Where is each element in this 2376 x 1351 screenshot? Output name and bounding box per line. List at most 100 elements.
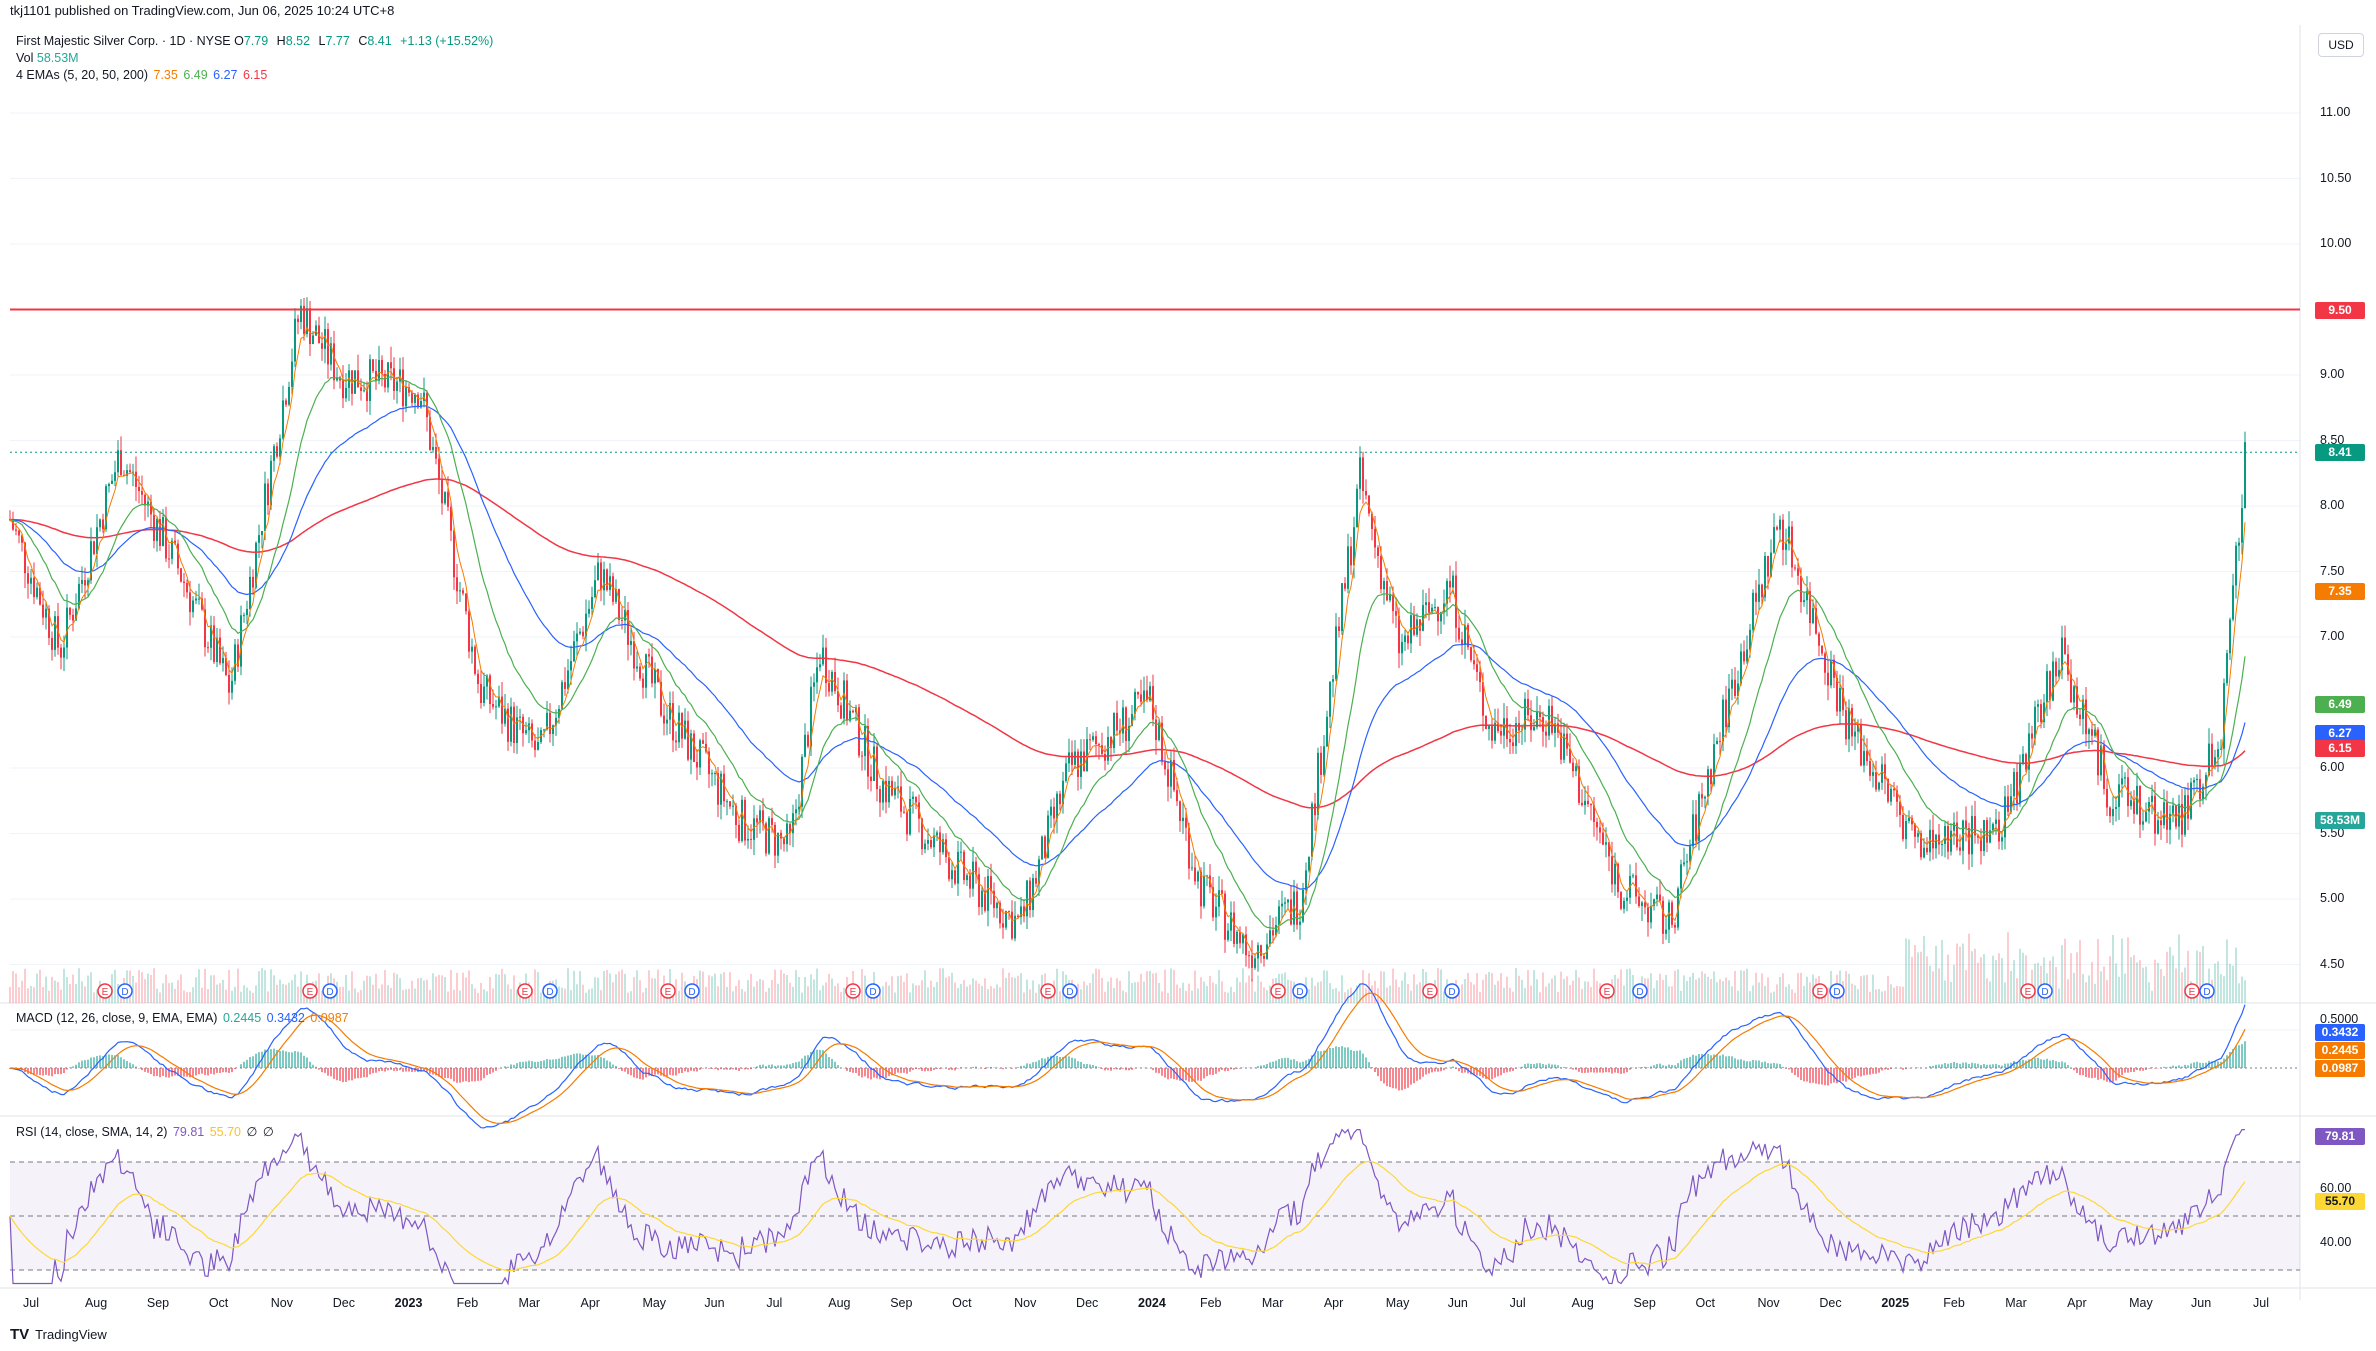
volume-bar <box>348 990 350 1003</box>
macd-histogram-bar <box>207 1068 209 1076</box>
volume-bar <box>1197 988 1199 1003</box>
volume-bar <box>702 971 704 1003</box>
dividend-marker-icon[interactable]: D <box>2199 983 2215 999</box>
volume-bar <box>1257 975 1259 1003</box>
dividend-marker-icon[interactable]: D <box>2037 983 2053 999</box>
volume-bar <box>1419 982 1421 1003</box>
earnings-marker-icon[interactable]: E <box>517 983 533 999</box>
earnings-marker-icon[interactable]: E <box>1040 983 1056 999</box>
volume-bar <box>1122 990 1124 1003</box>
macd-histogram-bar <box>687 1068 689 1073</box>
dividend-marker-icon[interactable]: D <box>1632 983 1648 999</box>
volume-bar <box>423 980 425 1003</box>
earnings-marker-icon[interactable]: E <box>302 983 318 999</box>
macd-histogram-bar <box>327 1068 329 1076</box>
volume-bar <box>765 991 767 1003</box>
volume-legend[interactable]: Vol 58.53M <box>16 50 79 67</box>
candle-body <box>639 666 641 679</box>
macd-legend[interactable]: MACD (12, 26, close, 9, EMA, EMA) 0.2445… <box>16 1010 349 1027</box>
volume-bar <box>1896 986 1898 1003</box>
macd-histogram-bar <box>201 1068 203 1074</box>
volume-bar <box>186 992 188 1003</box>
macd-histogram-bar <box>2046 1058 2048 1068</box>
dividend-marker-icon[interactable]: D <box>322 983 338 999</box>
footer-brand[interactable]: TV TradingView <box>10 1326 107 1343</box>
dividend-marker-icon[interactable]: D <box>542 983 558 999</box>
macd-histogram-bar <box>1620 1068 1622 1074</box>
volume-bar <box>1479 991 1481 1003</box>
dividend-marker-icon[interactable]: D <box>1829 983 1845 999</box>
volume-bar <box>24 968 26 1003</box>
earnings-marker-icon[interactable]: E <box>2020 983 2036 999</box>
macd-histogram-bar <box>1590 1068 1592 1073</box>
ema-legend[interactable]: 4 EMAs (5, 20, 50, 200) 7.35 6.49 6.27 6… <box>16 67 267 84</box>
macd-histogram-bar <box>2196 1061 2198 1068</box>
candle-body <box>477 673 479 685</box>
symbol-legend[interactable]: First Majestic Silver Corp. · 1D · NYSE … <box>16 33 493 50</box>
earnings-marker-icon[interactable]: E <box>1422 983 1438 999</box>
macd-histogram-bar <box>1368 1062 1370 1068</box>
volume-bar <box>801 992 803 1003</box>
volume-bar <box>957 987 959 1003</box>
rsi-empty-2: ∅ <box>262 1125 274 1139</box>
candle-body <box>1938 834 1940 845</box>
candle-body <box>1881 764 1883 783</box>
candle-body <box>1263 955 1265 959</box>
dividend-marker-icon[interactable]: D <box>1292 983 1308 999</box>
volume-label: Vol <box>16 51 34 65</box>
candle-body <box>1173 760 1175 791</box>
macd-histogram-bar <box>867 1068 869 1079</box>
volume-bar <box>816 968 818 1003</box>
time-axis-tick: Apr <box>580 1296 600 1310</box>
earnings-marker-icon[interactable]: E <box>1812 983 1828 999</box>
earnings-marker-icon[interactable]: E <box>845 983 861 999</box>
volume-bar <box>1623 985 1625 1003</box>
rsi-legend[interactable]: RSI (14, close, SMA, 14, 2) 79.81 55.70 … <box>16 1124 274 1141</box>
currency-button[interactable]: USD <box>2318 33 2364 57</box>
dividend-marker-icon[interactable]: D <box>117 983 133 999</box>
macd-histogram-bar <box>552 1059 554 1068</box>
macd-histogram-bar <box>1788 1068 1790 1070</box>
earnings-marker-icon[interactable]: E <box>1599 983 1615 999</box>
dividend-marker-icon[interactable]: D <box>1444 983 1460 999</box>
volume-bar <box>1338 991 1340 1003</box>
macd-histogram-bar <box>1293 1059 1295 1068</box>
dividend-marker-icon[interactable]: D <box>865 983 881 999</box>
macd-histogram-bar <box>1416 1068 1418 1081</box>
macd-histogram-bar <box>1365 1057 1367 1068</box>
volume-bar <box>78 968 80 1003</box>
candle-body <box>579 631 581 634</box>
volume-bar <box>975 980 977 1003</box>
earnings-marker-icon[interactable]: E <box>1270 983 1286 999</box>
volume-bar <box>369 976 371 1003</box>
candle-body <box>948 857 950 880</box>
volume-bar <box>2115 963 2117 1003</box>
candle-body <box>1329 681 1331 717</box>
earnings-marker-icon[interactable]: E <box>660 983 676 999</box>
volume-bar <box>405 989 407 1003</box>
macd-histogram-bar <box>1851 1068 1853 1079</box>
volume-bar <box>564 988 566 1003</box>
dividend-marker-icon[interactable]: D <box>684 983 700 999</box>
macd-histogram-bar <box>321 1068 323 1073</box>
candle-body <box>1182 817 1184 822</box>
macd-histogram-bar <box>1452 1066 1454 1068</box>
earnings-marker-icon[interactable]: E <box>2184 983 2200 999</box>
volume-bar <box>468 970 470 1003</box>
volume-bar <box>2085 982 2087 1003</box>
macd-histogram-bar <box>78 1062 80 1068</box>
macd-histogram-bar <box>768 1064 770 1068</box>
chart-canvas[interactable]: EDEDEDEDEDEDEDEDEDEDEDED <box>0 0 2376 1351</box>
macd-histogram-bar <box>1734 1058 1736 1068</box>
volume-bar <box>2007 932 2009 1003</box>
volume-bar <box>354 988 356 1003</box>
macd-histogram-bar <box>342 1068 344 1083</box>
tradingview-logo-icon: TV <box>10 1326 30 1343</box>
volume-bar <box>1407 983 1409 1003</box>
volume-bar <box>1575 970 1577 1003</box>
earnings-marker-icon[interactable]: E <box>97 983 113 999</box>
volume-bar <box>1620 969 1622 1003</box>
volume-bar <box>1092 973 1094 1003</box>
dividend-marker-icon[interactable]: D <box>1062 983 1078 999</box>
candle-body <box>1314 803 1316 816</box>
